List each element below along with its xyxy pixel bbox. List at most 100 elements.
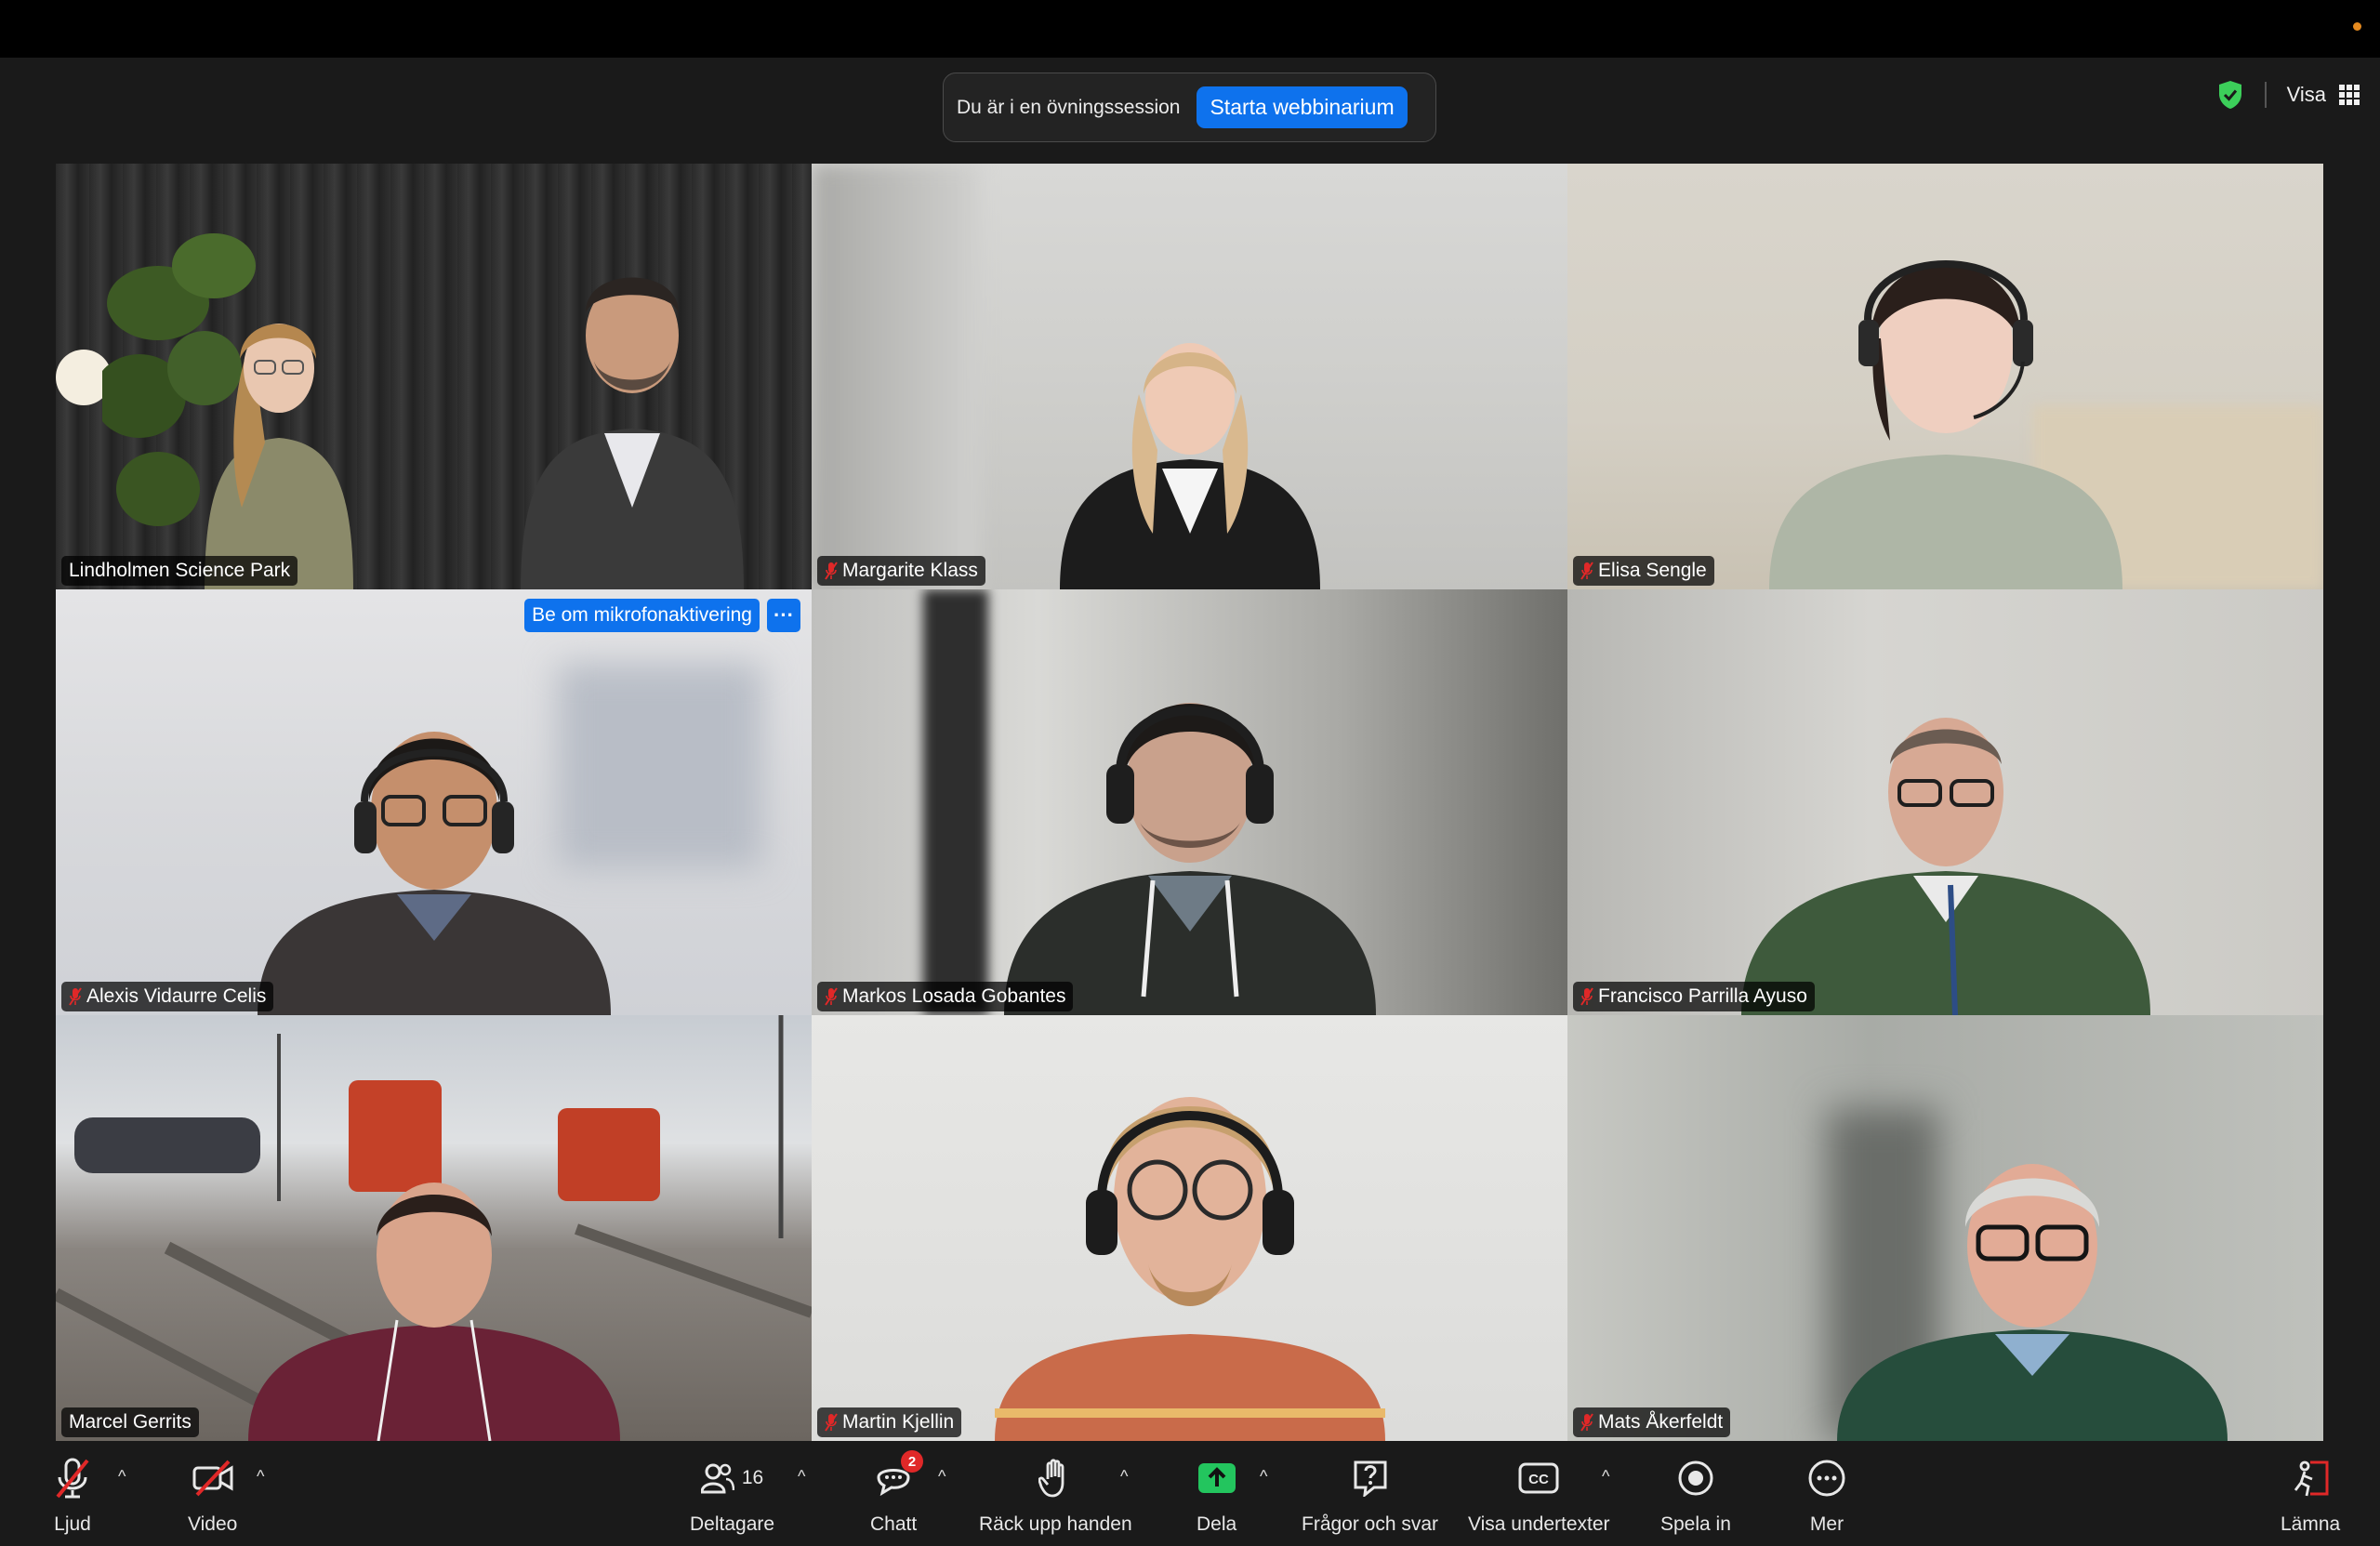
- background-wall: [812, 164, 979, 589]
- mic-muted-icon: [1580, 987, 1593, 1006]
- security-shield-icon[interactable]: [2216, 79, 2244, 111]
- reactions-options-caret[interactable]: ^: [1120, 1467, 1128, 1487]
- participant-avatar: [1059, 343, 1320, 589]
- participant-name: Lindholmen Science Park: [69, 560, 291, 581]
- qa-button[interactable]: Frågor och svar: [1302, 1456, 1438, 1536]
- share-options-caret[interactable]: ^: [1260, 1467, 1267, 1487]
- separator: [2264, 82, 2267, 108]
- raise-hand-icon: [1038, 1459, 1064, 1498]
- audio-label: Ljud: [54, 1513, 91, 1535]
- video-tile-marcel-gerrits[interactable]: Marcel Gerrits: [56, 1015, 812, 1441]
- start-webinar-button[interactable]: Starta webbinarium: [1197, 86, 1408, 128]
- chat-label: Chatt: [870, 1513, 918, 1535]
- participant-count: 16: [741, 1467, 764, 1488]
- participant-name: Alexis Vidaurre Celis: [86, 985, 267, 1007]
- raise-hand-label: Räck upp handen: [979, 1513, 1132, 1535]
- closed-captions-icon: CC: [1518, 1462, 1559, 1494]
- participant-name-tag: Marcel Gerrits: [61, 1407, 199, 1437]
- record-label: Spela in: [1660, 1513, 1731, 1535]
- participant-name-tag: Elisa Sengle: [1573, 556, 1714, 586]
- leave-label: Lämna: [2281, 1513, 2341, 1535]
- mic-muted-icon: [1580, 1413, 1593, 1432]
- more-button[interactable]: Mer: [1807, 1456, 1846, 1536]
- raise-hand-button[interactable]: Räck upp handen: [979, 1456, 1132, 1536]
- more-options-icon: [1808, 1460, 1845, 1497]
- participants-button[interactable]: 16 Deltagare: [690, 1456, 774, 1536]
- participant-avatar: [1003, 703, 1376, 1015]
- practice-session-banner: Du är i en övningssession Starta webbina…: [943, 73, 1436, 142]
- ask-to-unmute-button[interactable]: Be om mikrofonaktivering: [524, 599, 760, 632]
- video-options-caret[interactable]: ^: [257, 1467, 264, 1487]
- participant-name-tag: Alexis Vidaurre Celis: [61, 982, 274, 1011]
- participants-label: Deltagare: [690, 1513, 775, 1535]
- video-tile-martin-kjellin[interactable]: Martin Kjellin: [812, 1015, 1567, 1441]
- status-dot: [2353, 22, 2361, 31]
- qa-label: Frågor och svar: [1302, 1513, 1439, 1535]
- participants-options-caret[interactable]: ^: [798, 1467, 805, 1487]
- video-tile-francisco-parrilla-ayuso[interactable]: Francisco Parrilla Ayuso: [1567, 589, 2323, 1015]
- participant-avatar: [994, 1097, 1385, 1441]
- participant-name-tag: Martin Kjellin: [817, 1407, 962, 1437]
- mic-muted-icon: [1580, 562, 1593, 580]
- participant-avatar: [1837, 1164, 2228, 1441]
- video-tile-markos-losada-gobantes[interactable]: Markos Losada Gobantes: [812, 589, 1567, 1015]
- top-right-controls: Visa: [2216, 78, 2360, 112]
- share-label: Dela: [1197, 1513, 1237, 1535]
- share-screen-icon: [1197, 1463, 1236, 1493]
- video-tile-margarite-klass[interactable]: Margarite Klass: [812, 164, 1567, 589]
- mic-muted-icon: [69, 987, 82, 1006]
- background-door: [923, 589, 988, 1015]
- participant-name-tag: Francisco Parrilla Ayuso: [1573, 982, 1815, 1011]
- presenter-woman: [205, 324, 353, 589]
- participant-name-tag: Mats Åkerfeldt: [1573, 1407, 1731, 1437]
- participant-name: Margarite Klass: [842, 560, 978, 581]
- video-camera-off-icon: [192, 1460, 233, 1497]
- tile-more-options-button[interactable]: ···: [767, 599, 800, 632]
- share-button[interactable]: Dela: [1197, 1456, 1236, 1536]
- participant-name-tag: Margarite Klass: [817, 556, 985, 586]
- participant-name-tag: Markos Losada Gobantes: [817, 982, 1074, 1011]
- participant-name: Francisco Parrilla Ayuso: [1598, 985, 1807, 1007]
- captions-options-caret[interactable]: ^: [1602, 1467, 1609, 1487]
- gallery-view-icon[interactable]: [2339, 85, 2360, 105]
- chat-unread-badge: 2: [901, 1450, 924, 1473]
- more-label: Mer: [1809, 1513, 1844, 1535]
- participant-avatar: [1768, 260, 2122, 589]
- video-label: Video: [188, 1513, 238, 1535]
- leave-meeting-icon: [2294, 1460, 2329, 1497]
- ask-unmute-controls: Be om mikrofonaktivering ···: [524, 599, 800, 632]
- participant-name: Marcel Gerrits: [69, 1411, 192, 1433]
- captions-button[interactable]: CC Visa undertexter: [1468, 1456, 1610, 1536]
- video-gallery: Lindholmen Science Park Margarite Klass: [56, 164, 2323, 1441]
- audio-button[interactable]: Ljud: [54, 1456, 91, 1536]
- record-icon: [1678, 1460, 1713, 1496]
- video-tile-alexis-vidaurre-celis[interactable]: Be om mikrofonaktivering ··· Alexis Vida…: [56, 589, 812, 1015]
- video-tile-mats-akerfeldt[interactable]: Mats Åkerfeldt: [1567, 1015, 2323, 1441]
- captions-label: Visa undertexter: [1468, 1513, 1610, 1535]
- video-button[interactable]: Video: [188, 1456, 237, 1536]
- video-tile-lindholmen[interactable]: Lindholmen Science Park: [56, 164, 812, 589]
- mic-muted-icon: [825, 562, 838, 580]
- participant-name: Martin Kjellin: [842, 1411, 955, 1433]
- audio-options-caret[interactable]: ^: [118, 1467, 126, 1487]
- participants-icon: [700, 1463, 734, 1494]
- mic-muted-icon: [825, 1413, 838, 1432]
- svg-text:CC: CC: [1528, 1472, 1549, 1487]
- participant-avatar: [247, 1183, 620, 1441]
- practice-session-text: Du är i en övningssession: [957, 96, 1181, 118]
- question-answer-icon: [1354, 1460, 1387, 1497]
- chat-button[interactable]: 2 Chatt: [870, 1450, 924, 1536]
- meeting-toolbar: Ljud ^ Video ^ 16 Deltagare ^ 2 Chatt ^ …: [0, 1443, 2380, 1546]
- participant-avatar: [257, 732, 611, 1015]
- presenter-man: [521, 277, 744, 589]
- window-title-bar: [0, 0, 2380, 58]
- record-button[interactable]: Spela in: [1660, 1456, 1731, 1536]
- video-tile-elisa-sengle[interactable]: Elisa Sengle: [1567, 164, 2323, 589]
- participant-name: Markos Losada Gobantes: [842, 985, 1066, 1007]
- chat-options-caret[interactable]: ^: [938, 1467, 945, 1487]
- participant-name: Elisa Sengle: [1598, 560, 1707, 581]
- participant-name-tag: Lindholmen Science Park: [61, 556, 298, 586]
- view-button[interactable]: Visa: [2287, 83, 2326, 107]
- participant-name: Mats Åkerfeldt: [1598, 1411, 1724, 1433]
- leave-button[interactable]: Lämna: [2281, 1456, 2340, 1536]
